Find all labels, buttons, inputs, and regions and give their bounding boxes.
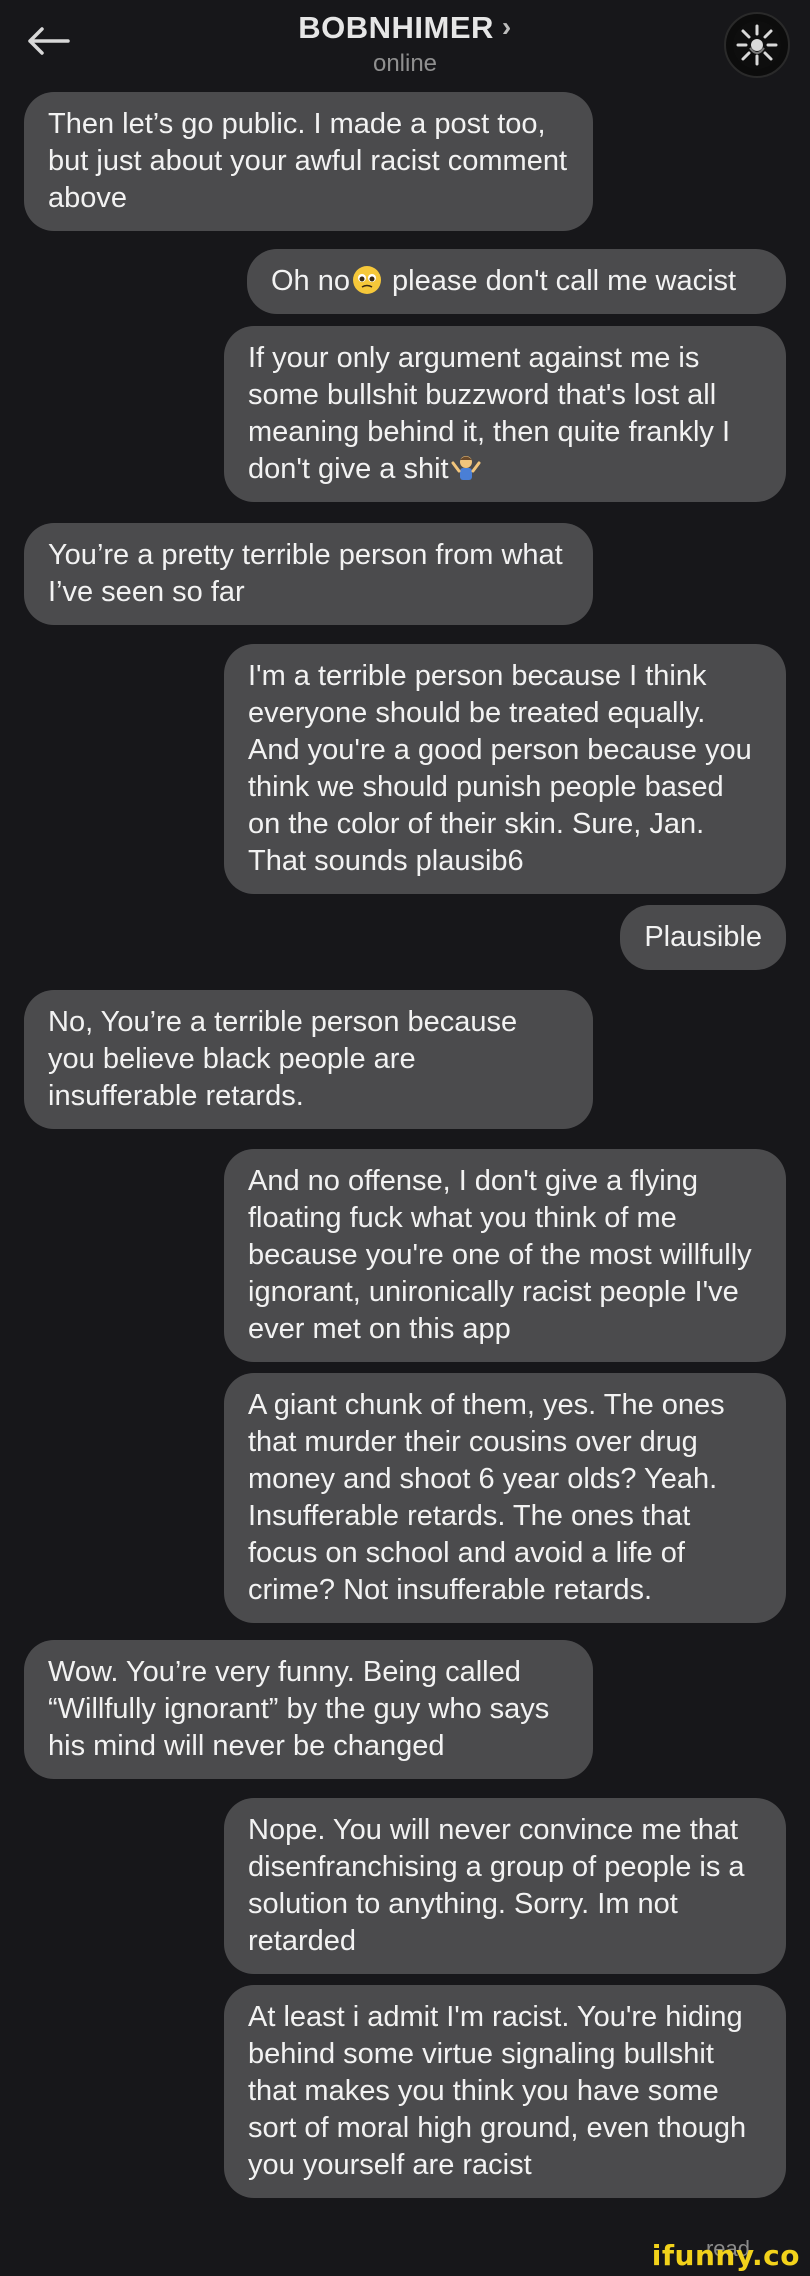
chevron-right-icon: ›	[501, 11, 512, 42]
watermark-logo: ifunny.co	[651, 2239, 800, 2272]
shrug-emoji	[451, 456, 481, 480]
message-incoming[interactable]: Wow. You’re very funny. Being called “Wi…	[24, 1640, 593, 1779]
message-text: No, You’re a terrible person because you…	[48, 1006, 518, 1112]
message-text: At least i admit I'm racist. You're hidi…	[248, 2001, 747, 2181]
message-text: Plausible	[644, 921, 762, 953]
online-status: online	[372, 50, 438, 77]
message-outgoing[interactable]: Oh no please don't call me wacist	[247, 249, 786, 314]
message-text: Nope. You will never convince me that di…	[248, 1814, 745, 1957]
message-outgoing[interactable]: Nope. You will never convince me that di…	[224, 1798, 786, 1974]
message-outgoing[interactable]: And no offense, I don't give a flying fl…	[224, 1149, 786, 1362]
message-text: And no offense, I don't give a flying fl…	[248, 1165, 752, 1345]
message-incoming[interactable]: Then let’s go public. I made a post too,…	[24, 92, 593, 231]
chat-header: BOBNHIMER › online	[0, 0, 810, 86]
message-text: please don't call me wacist	[384, 265, 737, 297]
message-text: Then let’s go public. I made a post too,…	[48, 108, 568, 214]
message-text: You’re a pretty terrible person from wha…	[48, 539, 563, 608]
contact-info[interactable]: BOBNHIMER › online	[0, 10, 810, 78]
contact-name[interactable]: BOBNHIMER	[298, 10, 494, 45]
message-text: I'm a terrible person because I think ev…	[248, 660, 752, 877]
message-outgoing[interactable]: At least i admit I'm racist. You're hidi…	[224, 1985, 786, 2198]
pleading-face-emoji	[353, 266, 381, 294]
message-outgoing[interactable]: I'm a terrible person because I think ev…	[224, 644, 786, 894]
message-text: Wow. You’re very funny. Being called “Wi…	[48, 1656, 550, 1762]
message-text: If your only argument against me is some…	[248, 342, 731, 485]
message-incoming[interactable]: You’re a pretty terrible person from wha…	[24, 523, 593, 625]
message-outgoing[interactable]: If your only argument against me is some…	[224, 326, 786, 502]
message-text: Oh no	[271, 265, 350, 297]
message-outgoing[interactable]: A giant chunk of them, yes. The ones tha…	[224, 1373, 786, 1623]
avatar-image	[733, 21, 781, 69]
message-outgoing[interactable]: Plausible	[620, 905, 786, 970]
message-incoming[interactable]: No, You’re a terrible person because you…	[24, 990, 593, 1129]
avatar[interactable]	[724, 12, 790, 78]
message-text: A giant chunk of them, yes. The ones tha…	[248, 1389, 725, 1606]
